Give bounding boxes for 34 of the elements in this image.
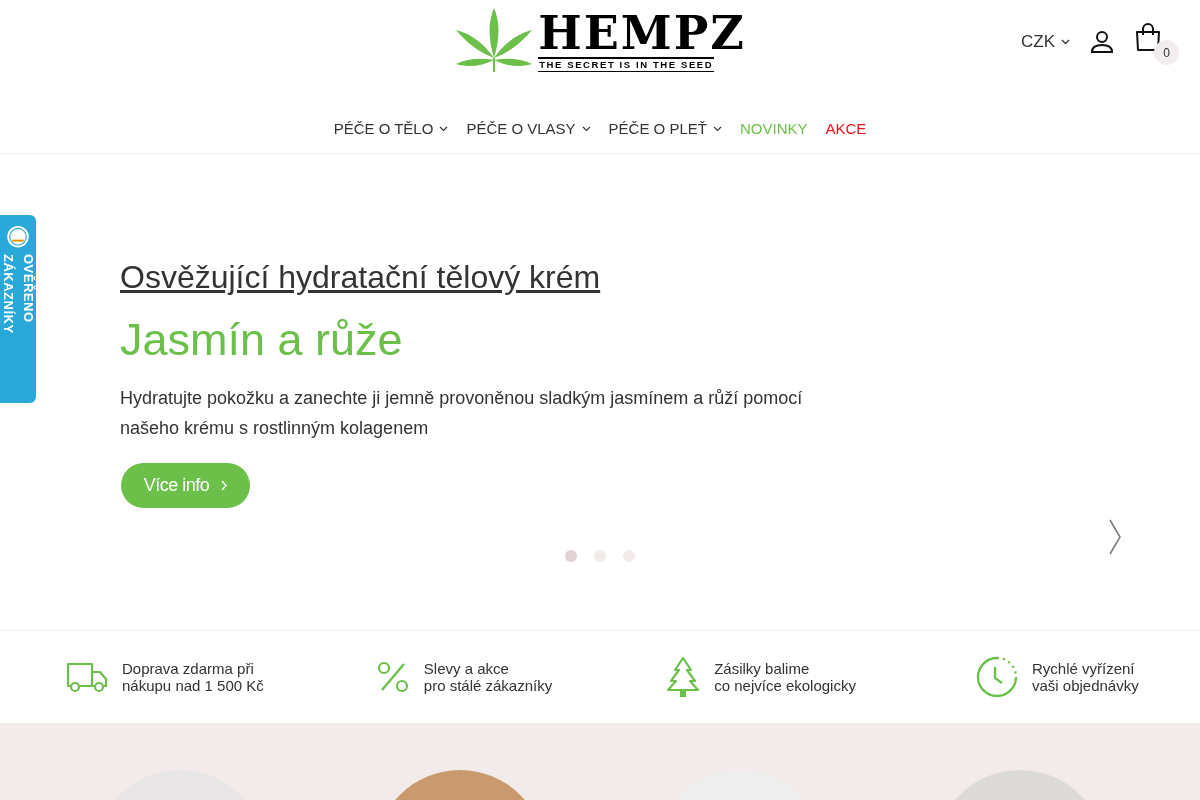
logo-wordmark: HEMPZ <box>538 8 746 57</box>
nav-link[interactable]: AKCE <box>825 118 867 141</box>
chevron-down-icon <box>713 126 722 133</box>
slide-description: Hydratujte pokožku a zanechte ji jemně provoněnou sladkým jasmínem a růží pomocí našeho krému s rostlinným kolagenem <box>120 387 804 440</box>
truck-icon <box>66 661 108 693</box>
nav-link[interactable]: PÉČE O VLASY <box>466 118 591 141</box>
chevron-down-icon <box>439 126 449 133</box>
feature-text: nákupu nad 1 500 Kč <box>122 677 264 694</box>
percent-icon <box>375 660 410 694</box>
currency-selector[interactable]: CZK <box>1021 29 1070 55</box>
leaf-icon <box>454 8 535 72</box>
chevron-down-icon <box>1061 39 1070 45</box>
slide-subtitle-link[interactable]: Osvěžující hydratační tělový krém <box>120 257 840 297</box>
feature-text: Doprava zdarma při <box>122 660 255 677</box>
cart-count-badge: 0 <box>1154 40 1179 65</box>
shopping-bag-icon[interactable] <box>1134 22 1162 52</box>
nav-link[interactable]: PÉČE O TĚLO <box>333 118 449 141</box>
feature-text: Rychlé vyřízení <box>1031 660 1136 677</box>
feature-text: co nejvíce ekologicky <box>714 677 856 694</box>
logo-tagline: THE SECRET IS IN THE SEED <box>538 56 715 72</box>
feature-text: Slevy a akce <box>423 660 510 677</box>
tree-icon <box>666 656 701 698</box>
seal-icon <box>6 225 30 249</box>
badge-label: OVĚŘENO ZÁKAZNÍKY <box>0 254 37 337</box>
feature-text: Zásilky balime <box>714 660 811 677</box>
slide-title: Jasmín a růže <box>120 313 404 367</box>
clock-icon <box>975 656 1018 698</box>
chevron-down-icon <box>581 126 591 133</box>
feature-text: vaši objednávky <box>1031 677 1139 694</box>
nav-link[interactable]: PÉČE O PLEŤ <box>608 118 722 141</box>
chevron-right-icon <box>221 480 228 491</box>
feature-text: pro stálé zákazníky <box>423 677 553 694</box>
user-icon[interactable] <box>1090 30 1114 54</box>
logo[interactable]: HEMPZ THE SECRET IS IN THE SEED <box>454 8 746 72</box>
